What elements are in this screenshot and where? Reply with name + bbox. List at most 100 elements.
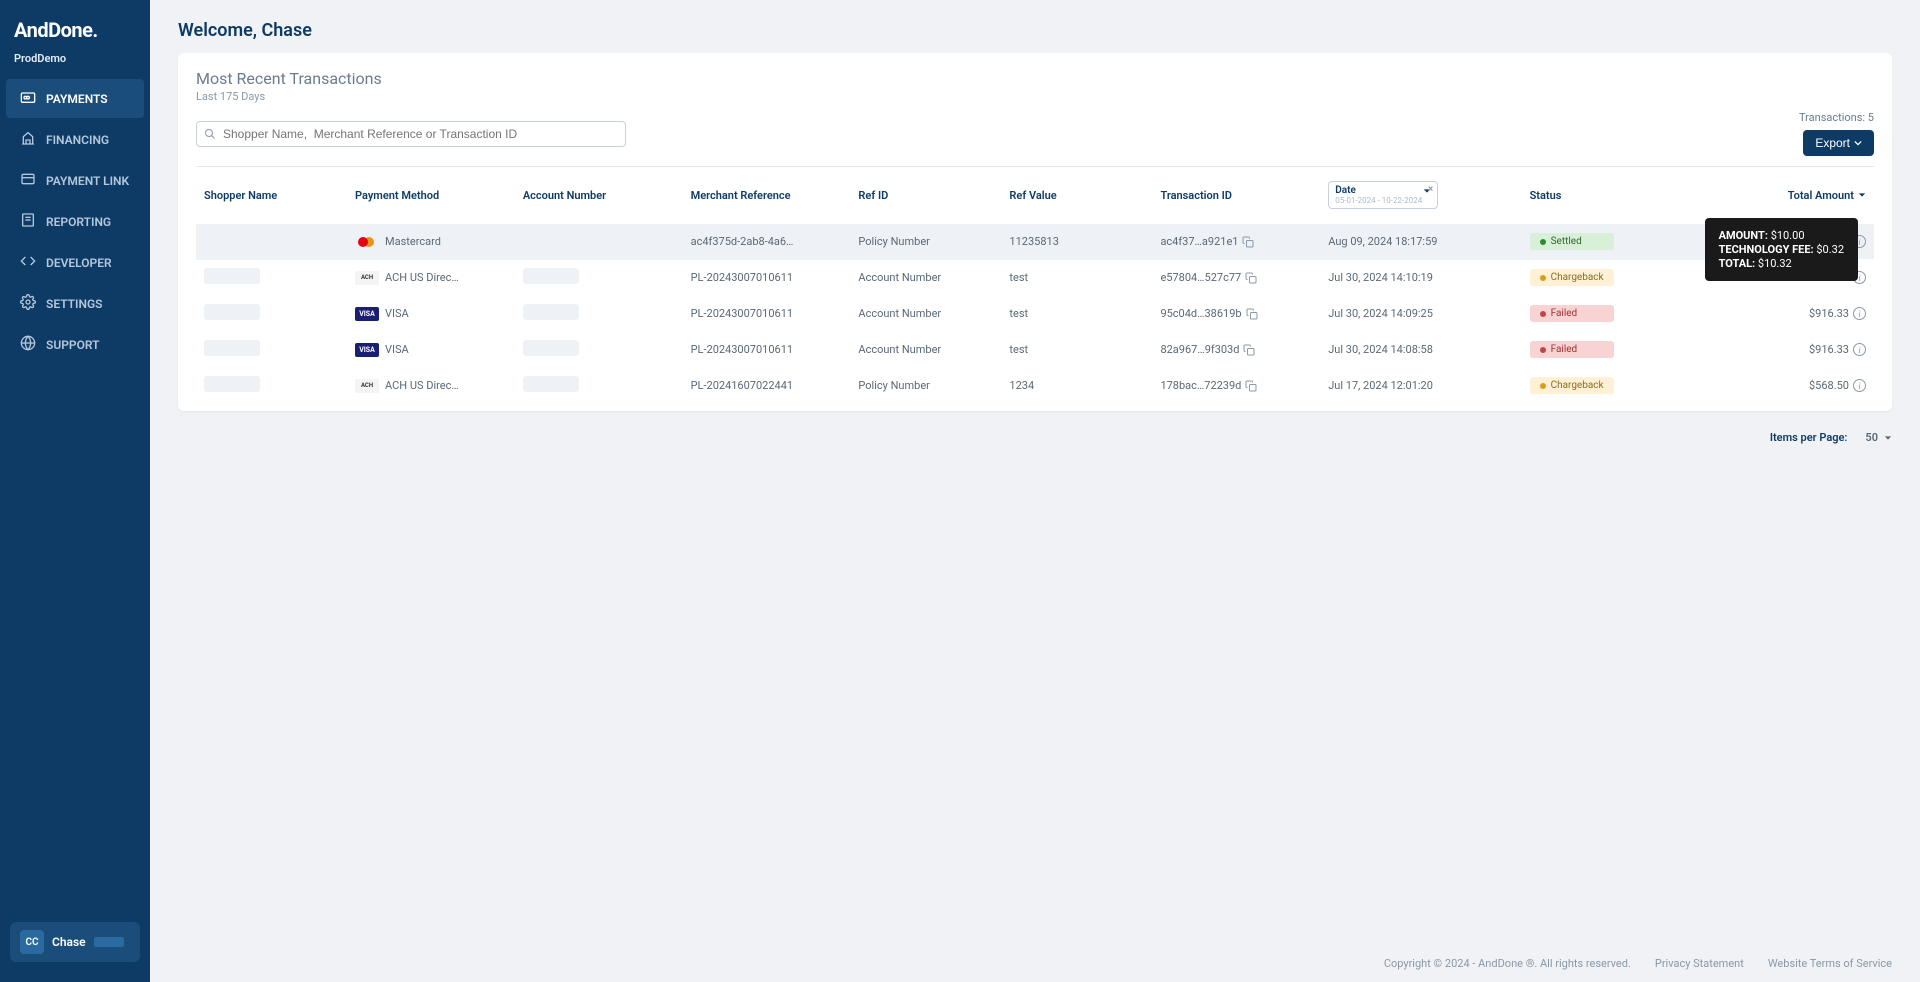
- status-badge: Failed: [1530, 341, 1614, 358]
- chevron-down-icon: [1854, 139, 1862, 147]
- date-value: Jul 30, 2024 14:09:25: [1320, 296, 1521, 332]
- footer: Copyright © 2024 - AndDone ®. All rights…: [150, 945, 1920, 982]
- amount-tooltip: AMOUNT: $10.00 TECHNOLOGY FEE: $0.32 TOT…: [1705, 218, 1858, 281]
- nav-label: SETTINGS: [46, 297, 103, 311]
- nav-label: DEVELOPER: [46, 256, 112, 270]
- account-redacted: [523, 304, 579, 320]
- tx-count: Transactions: 5: [1799, 111, 1874, 124]
- col-total-amount[interactable]: Total Amount: [1706, 167, 1874, 224]
- sidebar-item-financing[interactable]: FINANCING: [6, 120, 144, 159]
- avatar: CC: [20, 930, 44, 954]
- account-redacted: [523, 232, 579, 248]
- table-row[interactable]: ACHACH US Direc… PL-20243007010611 Accou…: [196, 260, 1874, 296]
- copy-icon[interactable]: [1243, 344, 1255, 356]
- globe-icon: [20, 335, 36, 354]
- col-date-label: Date: [1335, 185, 1356, 196]
- nav-label: PAYMENTS: [46, 92, 108, 106]
- date-value: Aug 09, 2024 18:17:59: [1320, 224, 1521, 260]
- ref-value: test: [1001, 260, 1152, 296]
- transactions-table: Shopper Name Payment Method Account Numb…: [196, 167, 1874, 403]
- visa-icon: VISA: [355, 307, 379, 321]
- info-icon[interactable]: i: [1853, 343, 1866, 356]
- payment-method-value: Mastercard: [385, 235, 441, 248]
- gear-icon: [20, 294, 36, 313]
- privacy-link[interactable]: Privacy Statement: [1655, 957, 1744, 970]
- shopper-redacted: [204, 232, 260, 248]
- col-account-number[interactable]: Account Number: [515, 167, 683, 224]
- date-value: Jul 30, 2024 14:08:58: [1320, 332, 1521, 368]
- ref-id-value: Account Number: [850, 260, 1001, 296]
- clear-date-icon[interactable]: ×: [1428, 184, 1433, 195]
- copy-icon[interactable]: [1245, 380, 1257, 392]
- search-input[interactable]: [196, 121, 626, 147]
- financing-icon: [20, 130, 36, 149]
- status-badge: Chargeback: [1530, 269, 1614, 286]
- payment-method-value: ACH US Direc…: [385, 379, 459, 392]
- sidebar-item-payments[interactable]: PAYMENTS: [6, 79, 144, 118]
- brand-logo: AndDone.: [0, 10, 150, 46]
- payment-method-value: VISA: [385, 307, 409, 320]
- transaction-id-value: 95c04d…38619b: [1160, 307, 1241, 320]
- status-badge: Failed: [1530, 305, 1614, 322]
- table-row[interactable]: VISAVISA PL-20243007010611 Account Numbe…: [196, 332, 1874, 368]
- link-icon: [20, 171, 36, 190]
- shopper-redacted: [204, 376, 260, 392]
- caret-down-icon: [1884, 434, 1892, 442]
- amount-value: $568.50: [1809, 379, 1849, 392]
- col-ref-id[interactable]: Ref ID: [850, 167, 1001, 224]
- transaction-id-value: ac4f37…a921e1: [1160, 235, 1238, 248]
- user-mask: [94, 937, 124, 947]
- account-redacted: [523, 268, 579, 284]
- caret-down-icon: [1858, 191, 1866, 199]
- sidebar-item-support[interactable]: SUPPORT: [6, 325, 144, 364]
- terms-link[interactable]: Website Terms of Service: [1768, 957, 1892, 970]
- merchant-ref-value: PL-20243007010611: [683, 296, 851, 332]
- sidebar-item-payment-link[interactable]: PAYMENT LINK: [6, 161, 144, 200]
- merchant-ref-value: PL-20243007010611: [683, 332, 851, 368]
- col-status[interactable]: Status: [1522, 167, 1707, 224]
- merchant-ref-value: ac4f375d-2ab8-4a6…: [683, 224, 851, 260]
- info-icon[interactable]: i: [1853, 379, 1866, 392]
- section-subtitle: Last 175 Days: [196, 90, 1874, 103]
- col-ref-value[interactable]: Ref Value: [1001, 167, 1152, 224]
- merchant-ref-value: PL-20243007010611: [683, 260, 851, 296]
- sidebar-item-developer[interactable]: DEVELOPER: [6, 243, 144, 282]
- ach-icon: ACH: [355, 271, 379, 285]
- visa-icon: VISA: [355, 343, 379, 357]
- export-button[interactable]: Export: [1803, 130, 1874, 156]
- page-title: Welcome, Chase: [150, 0, 1920, 53]
- table-row[interactable]: Mastercard ac4f375d-2ab8-4a6… Policy Num…: [196, 224, 1874, 260]
- col-merchant-ref[interactable]: Merchant Reference: [683, 167, 851, 224]
- amount-value: $916.33: [1809, 307, 1849, 320]
- shopper-redacted: [204, 340, 260, 356]
- search-box: [196, 121, 626, 147]
- items-per-page-select[interactable]: 50: [1865, 431, 1892, 444]
- table-row[interactable]: VISAVISA PL-20243007010611 Account Numbe…: [196, 296, 1874, 332]
- nav-label: FINANCING: [46, 133, 109, 147]
- copy-icon[interactable]: [1242, 236, 1254, 248]
- info-icon[interactable]: i: [1853, 307, 1866, 320]
- ref-id-value: Policy Number: [850, 224, 1001, 260]
- user-pill[interactable]: CC Chase: [10, 922, 140, 962]
- payment-method-value: VISA: [385, 343, 409, 356]
- copy-icon[interactable]: [1246, 308, 1258, 320]
- search-icon: [204, 128, 216, 140]
- payments-icon: [20, 89, 36, 108]
- col-transaction-id[interactable]: Transaction ID: [1152, 167, 1320, 224]
- date-range-value: 05-01-2024 - 10-22-2024: [1335, 196, 1431, 205]
- ref-value: test: [1001, 332, 1152, 368]
- env-label: ProdDemo: [0, 46, 150, 77]
- col-date[interactable]: Date × 05-01-2024 - 10-22-2024: [1320, 167, 1521, 224]
- copy-icon[interactable]: [1245, 272, 1257, 284]
- sidebar-item-settings[interactable]: SETTINGS: [6, 284, 144, 323]
- code-icon: [20, 253, 36, 272]
- col-payment-method[interactable]: Payment Method: [347, 167, 515, 224]
- nav-label: REPORTING: [46, 215, 111, 229]
- col-shopper[interactable]: Shopper Name: [196, 167, 347, 224]
- ref-value: test: [1001, 296, 1152, 332]
- mastercard-icon: [355, 235, 379, 249]
- pager: Items per Page: 50: [150, 411, 1920, 464]
- table-row[interactable]: ACHACH US Direc… PL-20241607022441 Polic…: [196, 368, 1874, 404]
- sidebar-item-reporting[interactable]: REPORTING: [6, 202, 144, 241]
- report-icon: [20, 212, 36, 231]
